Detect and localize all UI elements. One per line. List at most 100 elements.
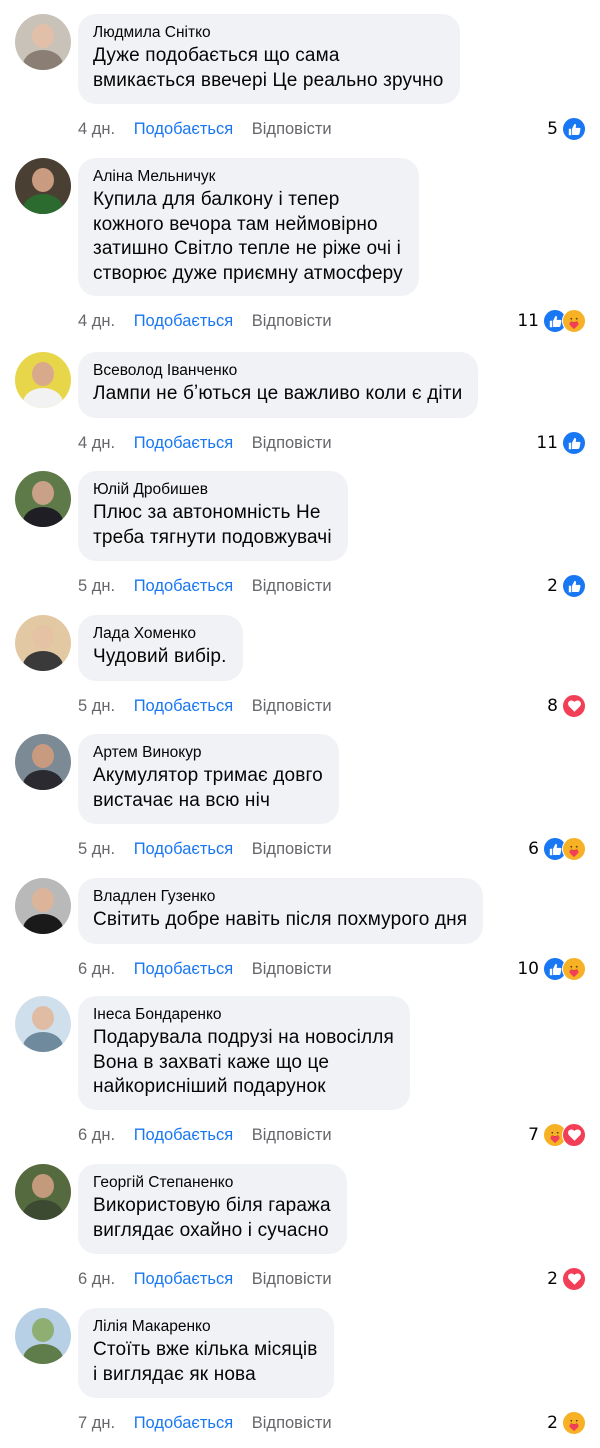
reaction-count: 2 bbox=[547, 1269, 558, 1289]
avatar[interactable] bbox=[15, 734, 71, 790]
reaction-summary[interactable]: 2 bbox=[547, 573, 586, 599]
avatar[interactable] bbox=[15, 878, 71, 934]
reaction-summary[interactable]: 6 bbox=[528, 836, 586, 862]
comment-text: Акумулятор тримає довго вистачає на всю … bbox=[93, 765, 323, 811]
like-button[interactable]: Подобається bbox=[134, 431, 233, 455]
comment-timestamp[interactable]: 6 дн. bbox=[78, 1267, 115, 1291]
care-icon bbox=[562, 837, 586, 861]
comment-timestamp[interactable]: 7 дн. bbox=[78, 1411, 115, 1435]
reaction-count: 2 bbox=[547, 1413, 558, 1433]
reaction-summary[interactable]: 11 bbox=[517, 308, 586, 334]
comment-text: Подарувала подрузі на новосілля Вона в з… bbox=[93, 1027, 394, 1097]
avatar[interactable] bbox=[15, 615, 71, 671]
like-button[interactable]: Подобається bbox=[134, 1267, 233, 1291]
avatar[interactable] bbox=[15, 1308, 71, 1364]
reply-button[interactable]: Відповісти bbox=[252, 431, 332, 455]
comment-text: Чудовий вибір. bbox=[93, 646, 227, 667]
like-button[interactable]: Подобається bbox=[134, 309, 233, 333]
like-button[interactable]: Подобається bbox=[134, 117, 233, 141]
comment-author[interactable]: Владлен Гузенко bbox=[93, 887, 467, 907]
comment-timestamp[interactable]: 5 дн. bbox=[78, 574, 115, 598]
comment-actions: 4 дн. Подобається Відповісти bbox=[78, 117, 346, 141]
comments-list: Людмила Снітко Дуже подобається що сама … bbox=[0, 0, 600, 1448]
comment-bubble: Лілія Макаренко Стоїть вже кілька місяці… bbox=[78, 1308, 334, 1398]
comment-bubble: Лада Хоменко Чудовий вибір. bbox=[78, 615, 243, 681]
reaction-summary[interactable]: 7 bbox=[528, 1122, 586, 1148]
comment-author[interactable]: Інеса Бондаренко bbox=[93, 1005, 394, 1025]
reaction-icons bbox=[543, 1123, 586, 1147]
comment-actions: 5 дн. Подобається Відповісти bbox=[78, 574, 346, 598]
reaction-summary[interactable]: 11 bbox=[536, 430, 586, 456]
reply-button[interactable]: Відповісти bbox=[252, 957, 332, 981]
comment-bubble: Людмила Снітко Дуже подобається що сама … bbox=[78, 14, 460, 104]
comment-actions: 4 дн. Подобається Відповісти bbox=[78, 431, 346, 455]
avatar[interactable] bbox=[15, 471, 71, 527]
comment-text: Світить добре навіть після похмурого дня bbox=[93, 909, 468, 930]
comment-actions: 6 дн. Подобається Відповісти bbox=[78, 957, 346, 981]
comment-author[interactable]: Всеволод Іванченко bbox=[93, 361, 462, 381]
reaction-icons bbox=[562, 1411, 586, 1435]
reaction-icons bbox=[562, 117, 586, 141]
avatar[interactable] bbox=[15, 996, 71, 1052]
care-icon bbox=[562, 309, 586, 333]
comment-timestamp[interactable]: 4 дн. bbox=[78, 117, 115, 141]
comment-bubble: Юлій Дробишев Плюс за автономність Не тр… bbox=[78, 471, 348, 561]
reaction-count: 6 bbox=[528, 839, 539, 859]
comment-author[interactable]: Георгій Степаненко bbox=[93, 1173, 331, 1193]
reply-button[interactable]: Відповісти bbox=[252, 837, 332, 861]
like-button[interactable]: Подобається bbox=[134, 694, 233, 718]
comment-actions: 7 дн. Подобається Відповісти bbox=[78, 1411, 346, 1435]
avatar[interactable] bbox=[15, 14, 71, 70]
comment-actions: 4 дн. Подобається Відповісти bbox=[78, 309, 346, 333]
like-button[interactable]: Подобається bbox=[134, 957, 233, 981]
comment-text: Використовую біля гаража виглядає охайно… bbox=[93, 1195, 331, 1241]
comment-author[interactable]: Лілія Макаренко bbox=[93, 1317, 318, 1337]
comment-author[interactable]: Юлій Дробишев bbox=[93, 480, 332, 500]
comment-timestamp[interactable]: 4 дн. bbox=[78, 309, 115, 333]
comment-author[interactable]: Артем Винокур bbox=[93, 743, 323, 763]
reaction-summary[interactable]: 8 bbox=[547, 693, 586, 719]
comment-bubble: Інеса Бондаренко Подарувала подрузі на н… bbox=[78, 996, 410, 1110]
comment-timestamp[interactable]: 4 дн. bbox=[78, 431, 115, 455]
comment-author[interactable]: Аліна Мельничук bbox=[93, 167, 403, 187]
reply-button[interactable]: Відповісти bbox=[252, 309, 332, 333]
like-button[interactable]: Подобається bbox=[134, 1411, 233, 1435]
care-icon bbox=[562, 957, 586, 981]
reply-button[interactable]: Відповісти bbox=[252, 574, 332, 598]
reaction-icons bbox=[543, 309, 586, 333]
comment-bubble: Артем Винокур Акумулятор тримає довго ви… bbox=[78, 734, 339, 824]
comment-bubble: Георгій Степаненко Використовую біля гар… bbox=[78, 1164, 347, 1254]
comment-timestamp[interactable]: 6 дн. bbox=[78, 1123, 115, 1147]
reply-button[interactable]: Відповісти bbox=[252, 694, 332, 718]
reply-button[interactable]: Відповісти bbox=[252, 1411, 332, 1435]
reply-button[interactable]: Відповісти bbox=[252, 1267, 332, 1291]
avatar[interactable] bbox=[15, 352, 71, 408]
comment-text: Стоїть вже кілька місяців і виглядає як … bbox=[93, 1339, 318, 1385]
comment-text: Дуже подобається що сама вмикається ввеч… bbox=[93, 45, 444, 91]
reaction-summary[interactable]: 2 bbox=[547, 1266, 586, 1292]
reply-button[interactable]: Відповісти bbox=[252, 117, 332, 141]
like-button[interactable]: Подобається bbox=[134, 837, 233, 861]
reply-button[interactable]: Відповісти bbox=[252, 1123, 332, 1147]
comment-timestamp[interactable]: 6 дн. bbox=[78, 957, 115, 981]
reaction-icons bbox=[562, 574, 586, 598]
reaction-summary[interactable]: 2 bbox=[547, 1410, 586, 1436]
reaction-icons bbox=[562, 431, 586, 455]
reaction-count: 2 bbox=[547, 576, 558, 596]
like-button[interactable]: Подобається bbox=[134, 574, 233, 598]
comment-text: Лампи не бʼються це важливо коли є діти bbox=[93, 383, 463, 404]
avatar[interactable] bbox=[15, 158, 71, 214]
like-button[interactable]: Подобається bbox=[134, 1123, 233, 1147]
avatar[interactable] bbox=[15, 1164, 71, 1220]
comment-author[interactable]: Людмила Снітко bbox=[93, 23, 444, 43]
like-icon bbox=[562, 431, 586, 455]
comment-bubble: Всеволод Іванченко Лампи не бʼються це в… bbox=[78, 352, 479, 418]
comment-timestamp[interactable]: 5 дн. bbox=[78, 694, 115, 718]
comment-actions: 6 дн. Подобається Відповісти bbox=[78, 1123, 346, 1147]
reaction-summary[interactable]: 10 bbox=[517, 956, 586, 982]
reaction-summary[interactable]: 5 bbox=[547, 116, 586, 142]
comment-author[interactable]: Лада Хоменко bbox=[93, 624, 227, 644]
love-icon bbox=[562, 1123, 586, 1147]
comment-timestamp[interactable]: 5 дн. bbox=[78, 837, 115, 861]
like-icon bbox=[562, 574, 586, 598]
